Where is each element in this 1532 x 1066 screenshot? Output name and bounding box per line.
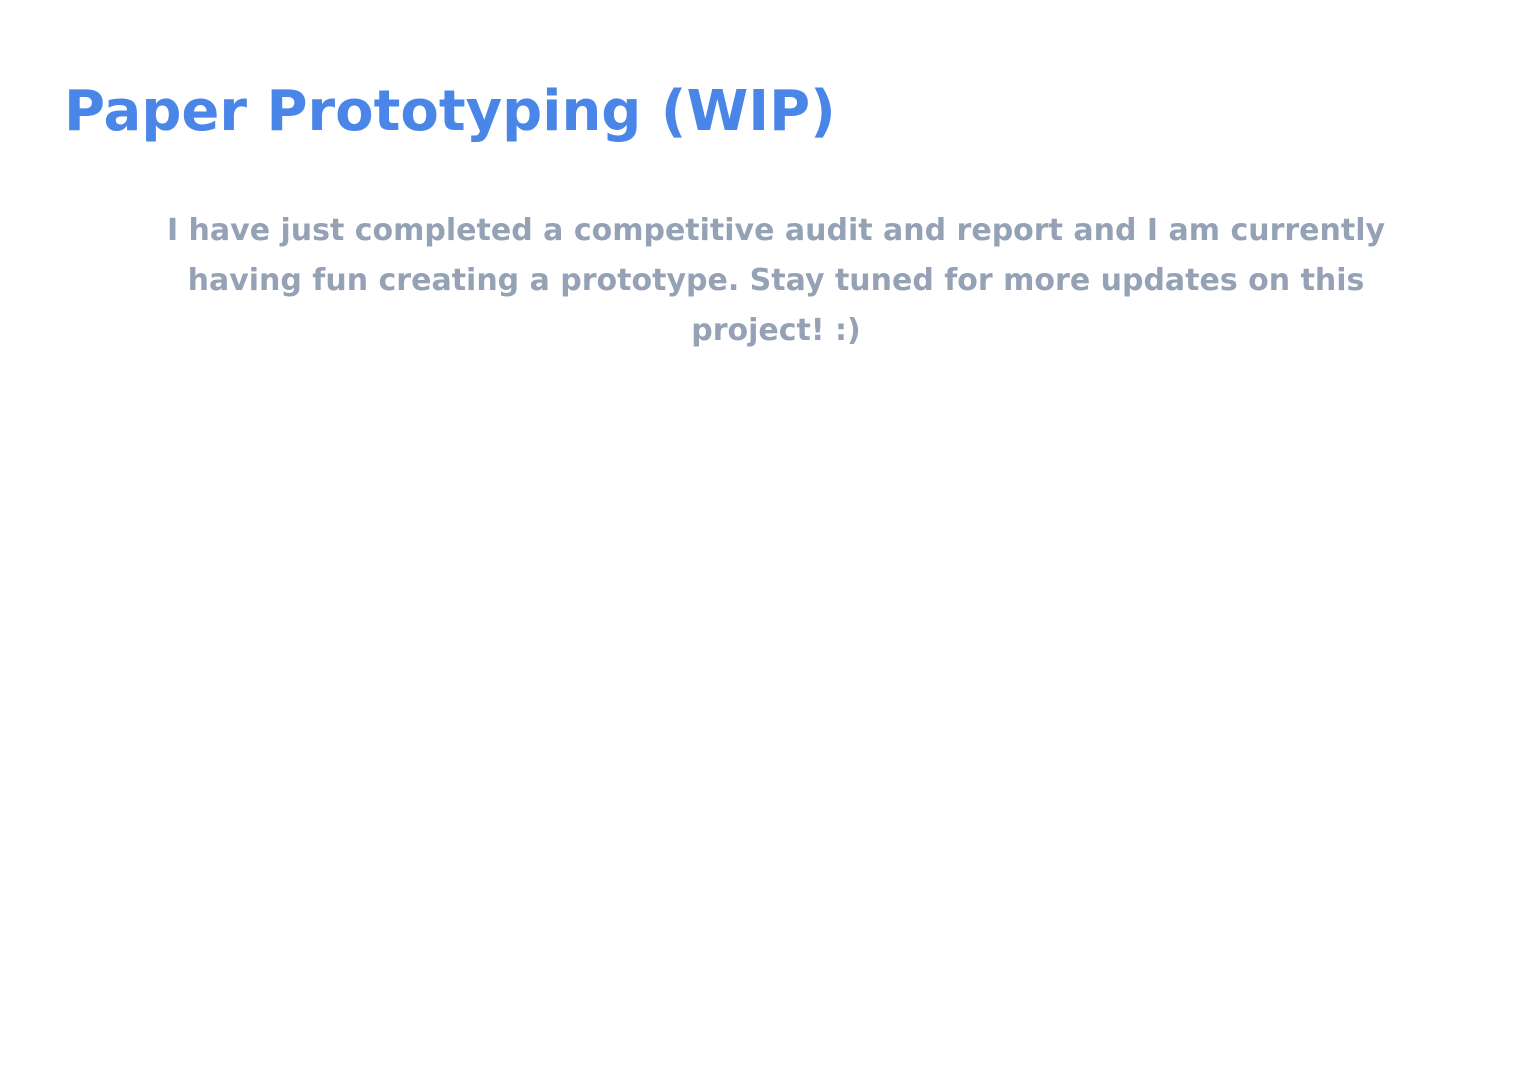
page-title: Paper Prototyping (WIP)	[64, 79, 836, 144]
project-status-paragraph: I have just completed a competitive audi…	[166, 213, 1386, 348]
